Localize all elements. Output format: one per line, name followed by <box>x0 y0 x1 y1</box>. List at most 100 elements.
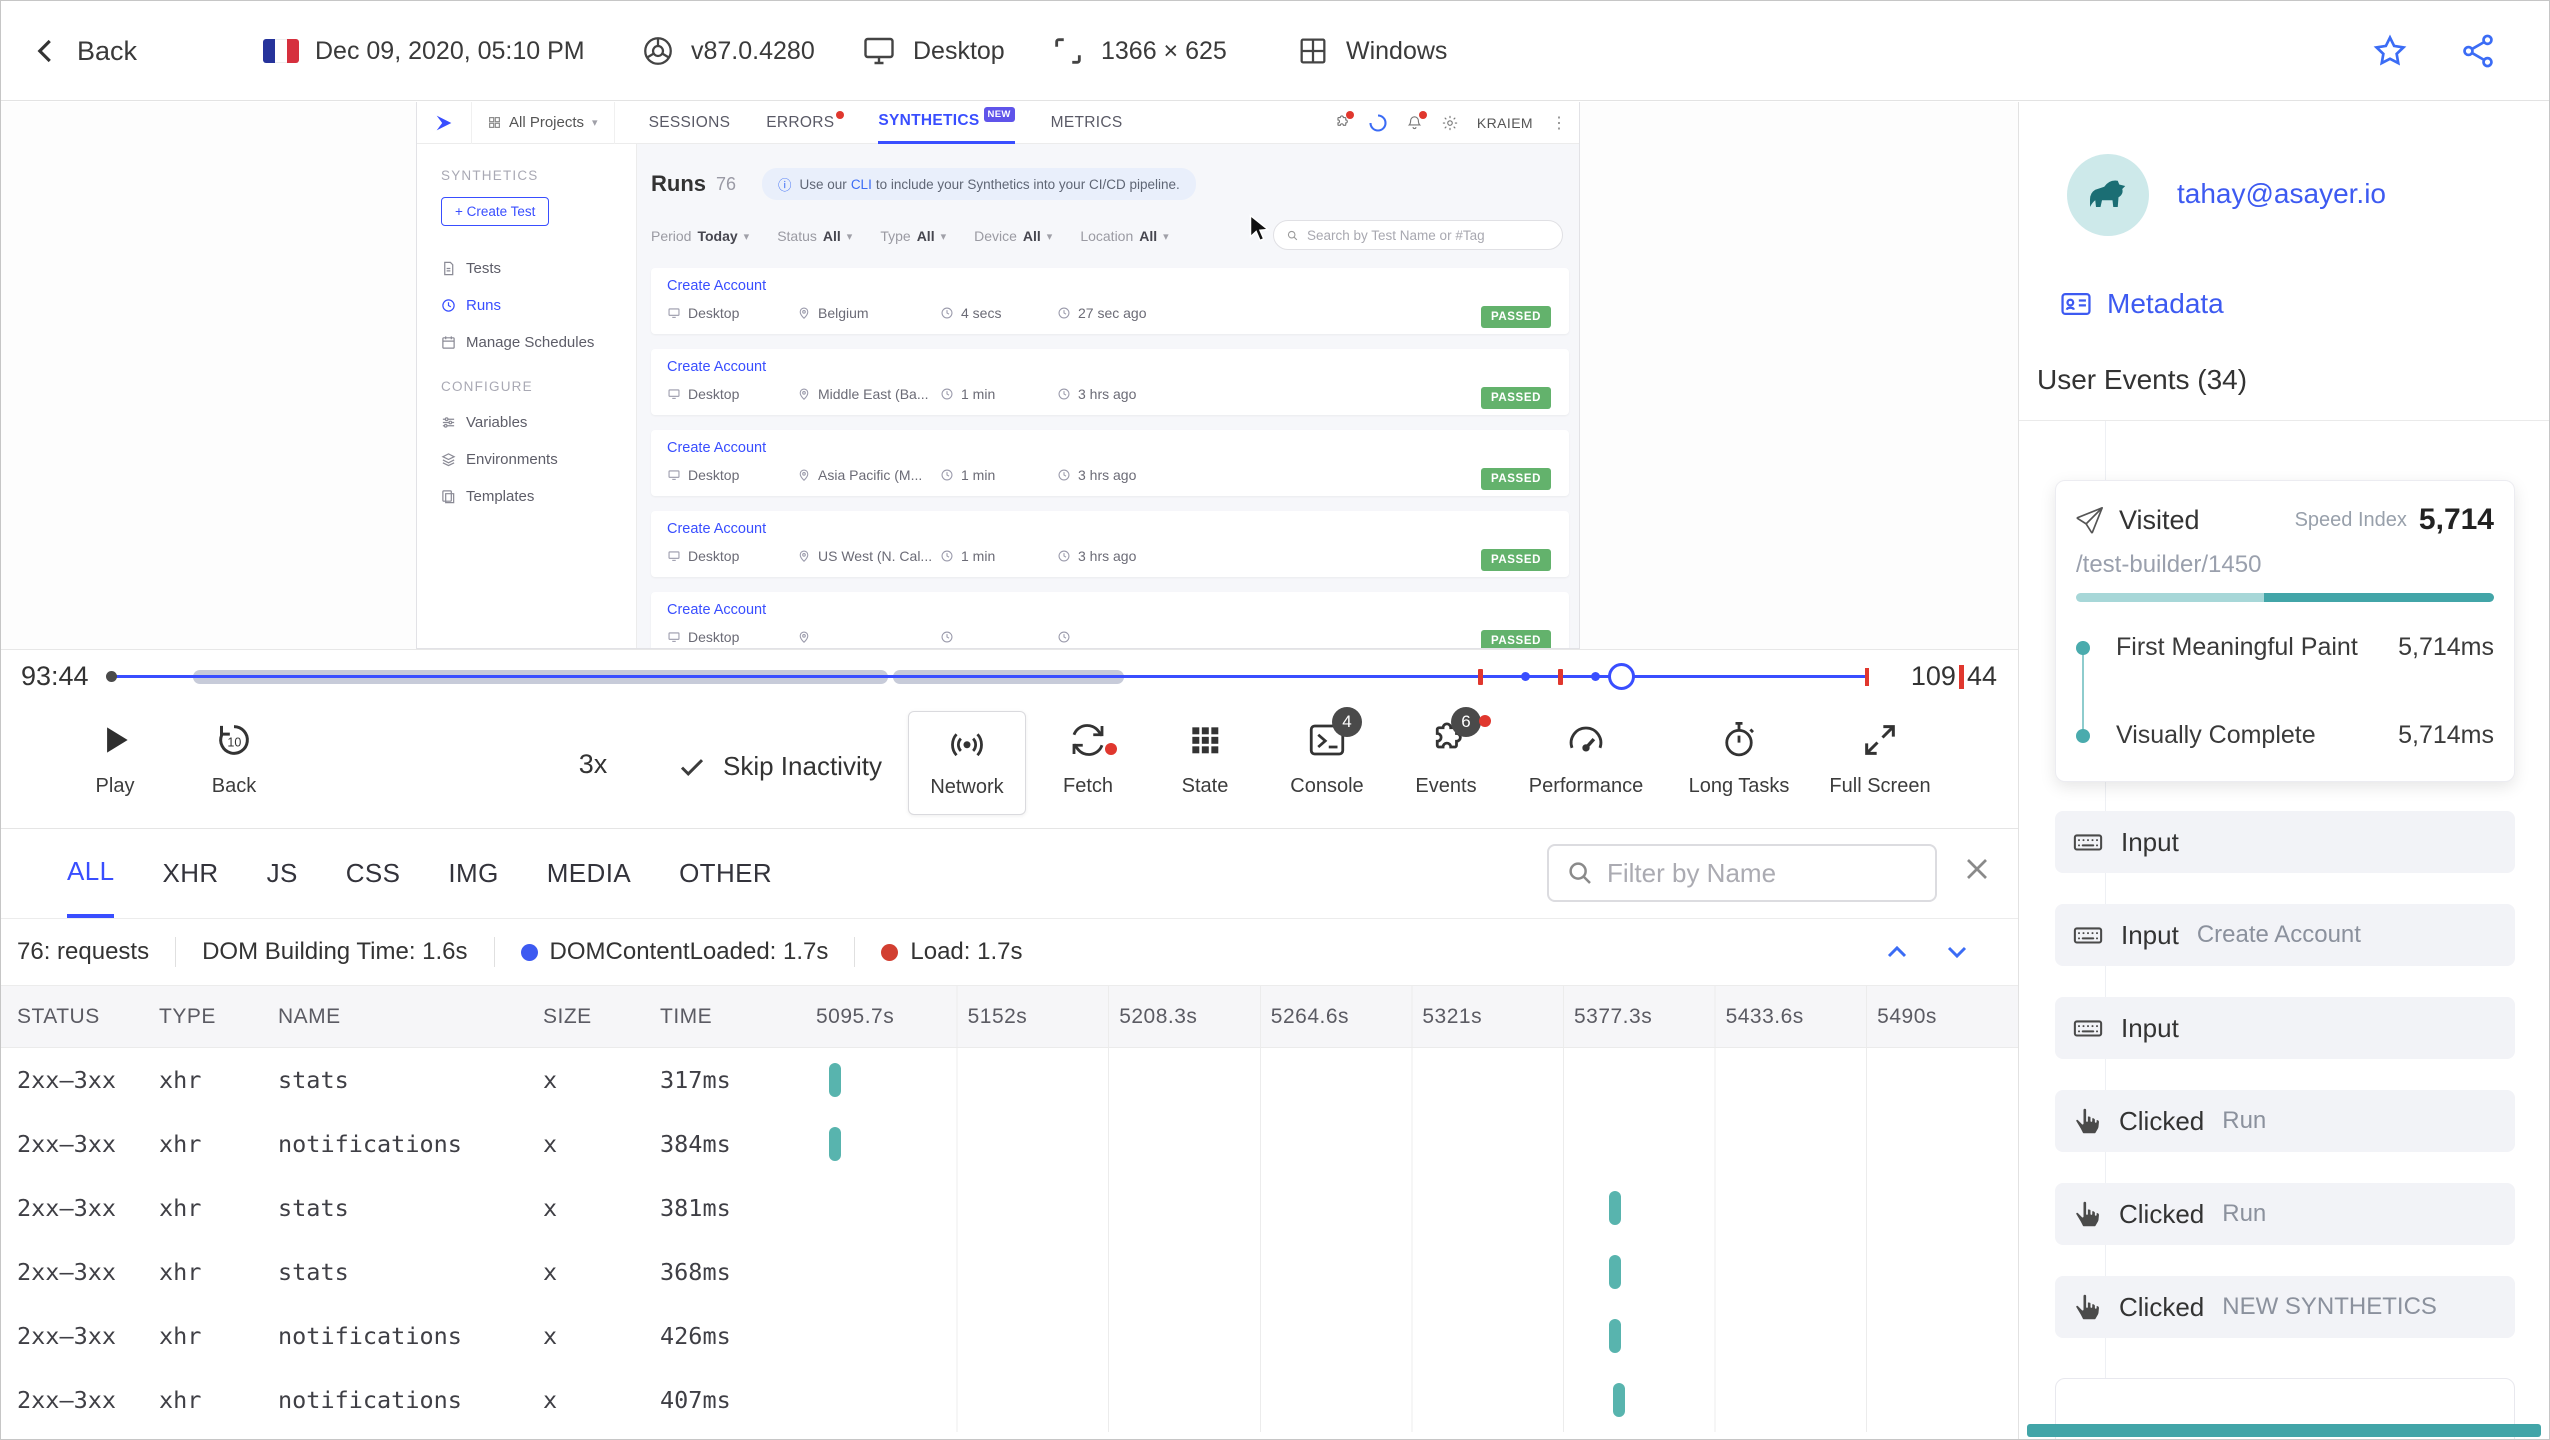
asayer-logo-icon <box>433 112 455 134</box>
user-event-card[interactable]: Clicked Run <box>2055 1090 2515 1152</box>
playback-speed-button[interactable]: 3x <box>579 749 608 780</box>
click-hand-icon <box>2073 1200 2101 1228</box>
dom-content-loaded: DOMContentLoaded: 1.7s <box>495 938 855 966</box>
skip-inactivity-toggle[interactable]: Skip Inactivity <box>677 751 882 782</box>
chevron-down-icon: ▾ <box>846 230 853 243</box>
waterfall-cell <box>806 1048 2019 1112</box>
back-button[interactable]: Back <box>31 1 137 101</box>
tab-js[interactable]: JS <box>267 829 298 918</box>
filter-by-name-box <box>1547 844 1937 902</box>
info-icon: ⓘ <box>778 178 792 193</box>
share-button[interactable] <box>2459 1 2497 101</box>
network-request-row[interactable]: 2xx–3xx xhr notifications x 407ms <box>1 1368 2019 1432</box>
desktop-icon <box>667 306 681 320</box>
runs-search-input <box>1307 227 1537 243</box>
playhead[interactable] <box>1608 663 1635 690</box>
playback-timeline: 93:44 109 44 <box>1 649 2019 701</box>
events-panel-button[interactable]: 6 Events <box>1366 707 1526 798</box>
replay-stage[interactable]: All Projects ▾ SESSIONS ERRORS SYNTHETIC… <box>1 102 2019 649</box>
sidebar-item-variables: Variables <box>441 414 636 431</box>
jump-previous-button[interactable] <box>1881 936 1913 968</box>
keyboard-icon <box>2073 827 2103 857</box>
timeline-track[interactable] <box>106 663 1869 690</box>
filter-by-name-input[interactable] <box>1607 857 1907 889</box>
session-date: Dec 09, 2020, 05:10 PM <box>263 1 585 101</box>
state-grid-icon <box>1186 717 1224 763</box>
visited-event-card[interactable]: Visited Speed Index 5,714 /test-builder/… <box>2055 480 2515 782</box>
tab-sessions: SESSIONS <box>648 113 731 131</box>
session-player-app: Back Dec 09, 2020, 05:10 PM v87.0.4280 D… <box>0 0 2550 1440</box>
filter-dropdown: Device All ▾ <box>974 228 1053 244</box>
user-event-card[interactable]: Input Create Account <box>2055 904 2515 966</box>
network-request-row[interactable]: 2xx–3xx xhr stats x 368ms <box>1 1240 2019 1304</box>
run-name-link: Create Account <box>667 278 767 294</box>
bell-icon <box>1406 111 1427 131</box>
metadata-button[interactable]: Metadata <box>2059 287 2224 321</box>
replayed-app-nav: All Projects ▾ SESSIONS ERRORS SYNTHETIC… <box>417 102 1579 144</box>
back-10-button[interactable]: 10 Back <box>154 717 314 798</box>
network-request-row[interactable]: 2xx–3xx xhr notifications x 426ms <box>1 1304 2019 1368</box>
sidebar-item-manage-schedules: Manage Schedules <box>441 334 636 351</box>
event-marker <box>1591 672 1600 681</box>
tab-other[interactable]: OTHER <box>679 829 772 918</box>
grid-icon <box>488 116 501 129</box>
replay-mouse-cursor <box>1243 213 1273 243</box>
run-group: Create Account Desktop Asia Pacific (M..… <box>651 430 1569 496</box>
sidebar-item-environments: Environments <box>441 451 636 468</box>
alert-dot <box>1105 743 1117 755</box>
waterfall-cell <box>806 1368 2019 1432</box>
waterfall-cell <box>806 1112 2019 1176</box>
rewind-10-icon: 10 <box>214 717 254 763</box>
cli-link: CLI <box>850 176 872 192</box>
browser-icon <box>641 34 675 68</box>
chevron-down-icon: ▾ <box>940 230 947 243</box>
search-icon <box>1565 858 1595 888</box>
user-event-card[interactable]: Input <box>2055 811 2515 873</box>
filter-dropdown: Period Today ▾ <box>651 228 750 244</box>
tab-xhr[interactable]: XHR <box>162 829 218 918</box>
request-timing-bar <box>1609 1191 1621 1225</box>
favorite-button[interactable] <box>2371 1 2409 101</box>
tab-all[interactable]: ALL <box>67 829 115 918</box>
request-timing-bar <box>1609 1255 1621 1289</box>
run-name-link: Create Account <box>667 359 767 375</box>
keyboard-icon <box>2073 920 2103 950</box>
play-icon <box>96 717 134 763</box>
clock-icon <box>940 630 954 644</box>
network-request-row[interactable]: 2xx–3xx xhr stats x 381ms <box>1 1176 2019 1240</box>
full-screen-button[interactable]: Full Screen <box>1800 717 1960 798</box>
filter-dropdown: Location All ▾ <box>1080 228 1169 244</box>
long-tasks-panel-button[interactable]: Long Tasks <box>1659 717 1819 798</box>
sidebar-section-synthetics: SYNTHETICS <box>441 168 539 183</box>
tab-css[interactable]: CSS <box>346 829 401 918</box>
network-request-row[interactable]: 2xx–3xx xhr stats x 317ms <box>1 1048 2019 1112</box>
error-marker <box>1558 668 1563 685</box>
chevron-down-icon: ▾ <box>743 230 750 243</box>
tab-img[interactable]: IMG <box>448 829 498 918</box>
timeline-start-dot <box>106 671 117 682</box>
puzzle-icon <box>1333 111 1354 131</box>
keyboard-icon <box>2073 1013 2103 1043</box>
browser-version: v87.0.4280 <box>641 1 815 101</box>
user-event-card[interactable]: Clicked NEW SYNTHETICS <box>2055 1276 2515 1338</box>
user-event-card[interactable]: Input <box>2055 997 2515 1059</box>
speedometer-icon <box>1565 717 1607 763</box>
waterfall-cell <box>806 1176 2019 1240</box>
sidebar-item-tests: Tests <box>441 260 636 277</box>
waterfall-cell <box>806 1240 2019 1304</box>
jump-next-button[interactable] <box>1941 936 1973 968</box>
network-request-row[interactable]: 2xx–3xx xhr notifications x 384ms <box>1 1112 2019 1176</box>
close-panel-button[interactable] <box>1959 851 1995 887</box>
send-icon <box>2076 506 2103 534</box>
performance-panel-button[interactable]: Performance <box>1506 717 1666 798</box>
run-name-link: Create Account <box>667 602 767 618</box>
tab-media[interactable]: MEDIA <box>547 829 631 918</box>
run-name-link: Create Account <box>667 521 767 537</box>
id-card-icon <box>2059 287 2093 321</box>
clock-icon <box>940 387 954 401</box>
viewport-resolution: 1366 × 625 <box>1051 1 1227 101</box>
share-icon <box>2459 32 2497 70</box>
user-event-card[interactable]: Clicked Run <box>2055 1183 2515 1245</box>
user-events-sidebar: tahay@asayer.io Metadata User Events (34… <box>2018 102 2549 1439</box>
events-puzzle-icon: 6 <box>1425 707 1491 763</box>
